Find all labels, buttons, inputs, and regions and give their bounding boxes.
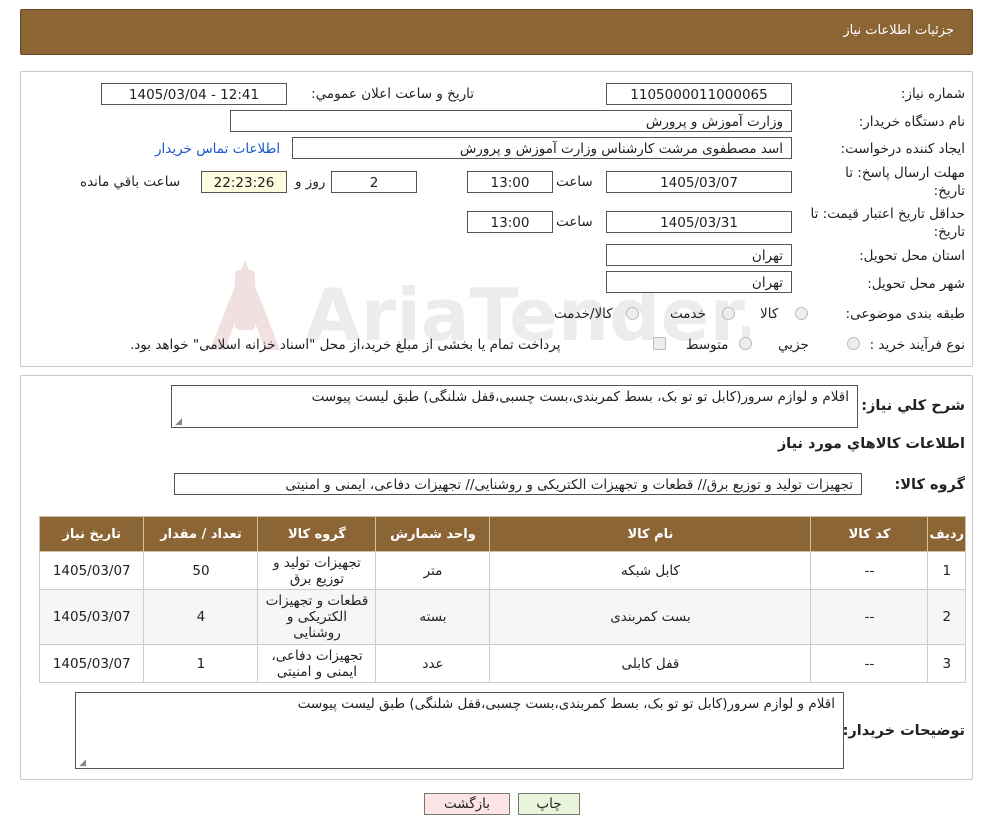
buyer-org-field: وزارت آموزش و پرورش <box>230 110 792 132</box>
days-field: 2 <box>331 171 417 193</box>
province-label: استان محل تحویل: <box>859 248 965 264</box>
row-code: -- <box>810 644 929 683</box>
table-row: 3 -- قفل کابلی عدد تجهیزات دفاعی، ایمنی … <box>38 644 966 683</box>
goods-group-field: تجهیزات تولید و توزیع برق// قطعات و تجهی… <box>174 473 862 495</box>
deadline-time-field: 13:00 <box>467 171 553 193</box>
validity-label: حداقل تاریخ اعتبار قیمت: تا <box>810 206 965 222</box>
table-row: 2 -- بست کمربندی بسته قطعات و تجهیزات ال… <box>38 589 966 645</box>
resize-grip-icon[interactable]: ◢ <box>78 759 86 768</box>
row-qty: 50 <box>143 551 259 590</box>
category-label: طبقه بندی موضوعی: <box>845 306 965 322</box>
row-date: 1405/03/07 <box>38 644 145 683</box>
col-qty: تعداد / مقدار <box>143 516 259 552</box>
row-code: -- <box>810 589 929 645</box>
row-qty: 1 <box>143 644 259 683</box>
row-unit: بسته <box>375 589 491 645</box>
row-number: 2 <box>927 589 966 645</box>
city-field: تهران <box>606 271 792 293</box>
summary-text: اقلام و لوازم سرور(کابل تو تو بک، بسط کم… <box>311 389 849 405</box>
buyer-notes-text: اقلام و لوازم سرور(کابل تو تو بک، بسط کم… <box>297 696 835 712</box>
col-unit: واحد شمارش <box>375 516 491 552</box>
process-treasury-checkbox[interactable] <box>653 337 666 350</box>
table-row: 1 -- کابل شبکه متر تجهیزات تولید و توزیع… <box>38 551 966 590</box>
page-title: جزئیات اطلاعات نیاز <box>843 23 954 38</box>
process-medium-label: متوسط <box>686 337 729 353</box>
process-type-label: نوع فرآیند خرید : <box>869 337 965 353</box>
row-date: 1405/03/07 <box>38 551 145 590</box>
process-treasury-note: پرداخت تمام یا بخشی از مبلغ خرید،از محل … <box>130 337 561 353</box>
city-label: شهر محل تحویل: <box>867 276 965 292</box>
resize-grip-icon[interactable]: ◢ <box>174 418 182 427</box>
items-table-header: ردیف کد کالا نام کالا واحد شمارش گروه کا… <box>38 516 966 552</box>
row-date: 1405/03/07 <box>38 589 145 645</box>
row-group: تجهیزات تولید و توزیع برق <box>257 551 377 590</box>
category-service-radio[interactable] <box>722 307 735 320</box>
row-group: تجهیزات دفاعی، ایمنی و امنیتی <box>257 644 377 683</box>
row-unit: متر <box>375 551 491 590</box>
buyer-org-label: نام دستگاه خریدار: <box>858 114 965 130</box>
col-name: نام کالا <box>489 516 812 552</box>
items-table: ردیف کد کالا نام کالا واحد شمارش گروه کا… <box>38 516 966 683</box>
days-label: روز و <box>295 174 326 190</box>
validity-time-field: 13:00 <box>467 211 553 233</box>
row-group: قطعات و تجهیزات الکتریکی و روشنایی <box>257 589 377 645</box>
validity-time-label: ساعت <box>556 214 593 230</box>
col-date: تاریخ نیاز <box>38 516 145 552</box>
row-name: کابل شبکه <box>489 551 812 590</box>
deadline-label-date: تاریخ: <box>933 183 965 199</box>
process-minor-label: جزیي <box>778 337 809 353</box>
validity-date-field: 1405/03/31 <box>606 211 792 233</box>
summary-textarea[interactable]: اقلام و لوازم سرور(کابل تو تو بک، بسط کم… <box>171 385 858 428</box>
category-service-label: خدمت <box>670 306 706 322</box>
row-qty: 4 <box>143 589 259 645</box>
goods-section-title: اطلاعات کالاهاي مورد نیاز <box>777 436 965 452</box>
back-button[interactable]: بازگشت <box>424 793 510 815</box>
announce-date-label: تاریخ و ساعت اعلان عمومي: <box>311 86 474 102</box>
process-minor-radio[interactable] <box>847 337 860 350</box>
need-number-field: 1105000011000065 <box>606 83 792 105</box>
row-number: 1 <box>927 551 966 590</box>
validity-label-date: تاریخ: <box>933 224 965 240</box>
buyer-notes-textarea[interactable]: اقلام و لوازم سرور(کابل تو تو بک، بسط کم… <box>75 692 844 769</box>
province-field: تهران <box>606 244 792 266</box>
summary-label: شرح کلي نیاز: <box>861 398 965 414</box>
row-unit: عدد <box>375 644 491 683</box>
need-number-label: شماره نیاز: <box>900 86 965 102</box>
deadline-date-field: 1405/03/07 <box>606 171 792 193</box>
remaining-time-field: 22:23:26 <box>201 171 287 193</box>
row-number: 3 <box>927 644 966 683</box>
page-header: جزئیات اطلاعات نیاز <box>20 9 973 55</box>
row-code: -- <box>810 551 929 590</box>
col-code: کد کالا <box>810 516 929 552</box>
col-row: ردیف <box>927 516 966 552</box>
requester-field: اسد مصطفوی مرشت کارشناس وزارت آموزش و پر… <box>292 137 792 159</box>
row-name: بست کمربندی <box>489 589 812 645</box>
buyer-notes-label: توضیحات خریدار: <box>842 723 965 739</box>
goods-group-label: گروه کالا: <box>894 477 965 493</box>
row-name: قفل کابلی <box>489 644 812 683</box>
remaining-time-label: ساعت باقي مانده <box>80 174 181 190</box>
requester-label: ایجاد کننده درخواست: <box>840 141 965 157</box>
deadline-time-label: ساعت <box>556 174 593 190</box>
category-goods-service-label: کالا/خدمت <box>554 306 613 322</box>
col-group: گروه کالا <box>257 516 377 552</box>
process-medium-radio[interactable] <box>739 337 752 350</box>
category-goods-radio[interactable] <box>795 307 808 320</box>
print-button[interactable]: چاپ <box>518 793 580 815</box>
deadline-label: مهلت ارسال پاسخ: تا <box>845 165 965 181</box>
announce-date-field: 1405/03/04 - 12:41 <box>101 83 287 105</box>
buyer-contact-link[interactable]: اطلاعات تماس خریدار <box>155 141 280 157</box>
category-goods-service-radio[interactable] <box>626 307 639 320</box>
category-goods-label: کالا <box>760 306 779 322</box>
